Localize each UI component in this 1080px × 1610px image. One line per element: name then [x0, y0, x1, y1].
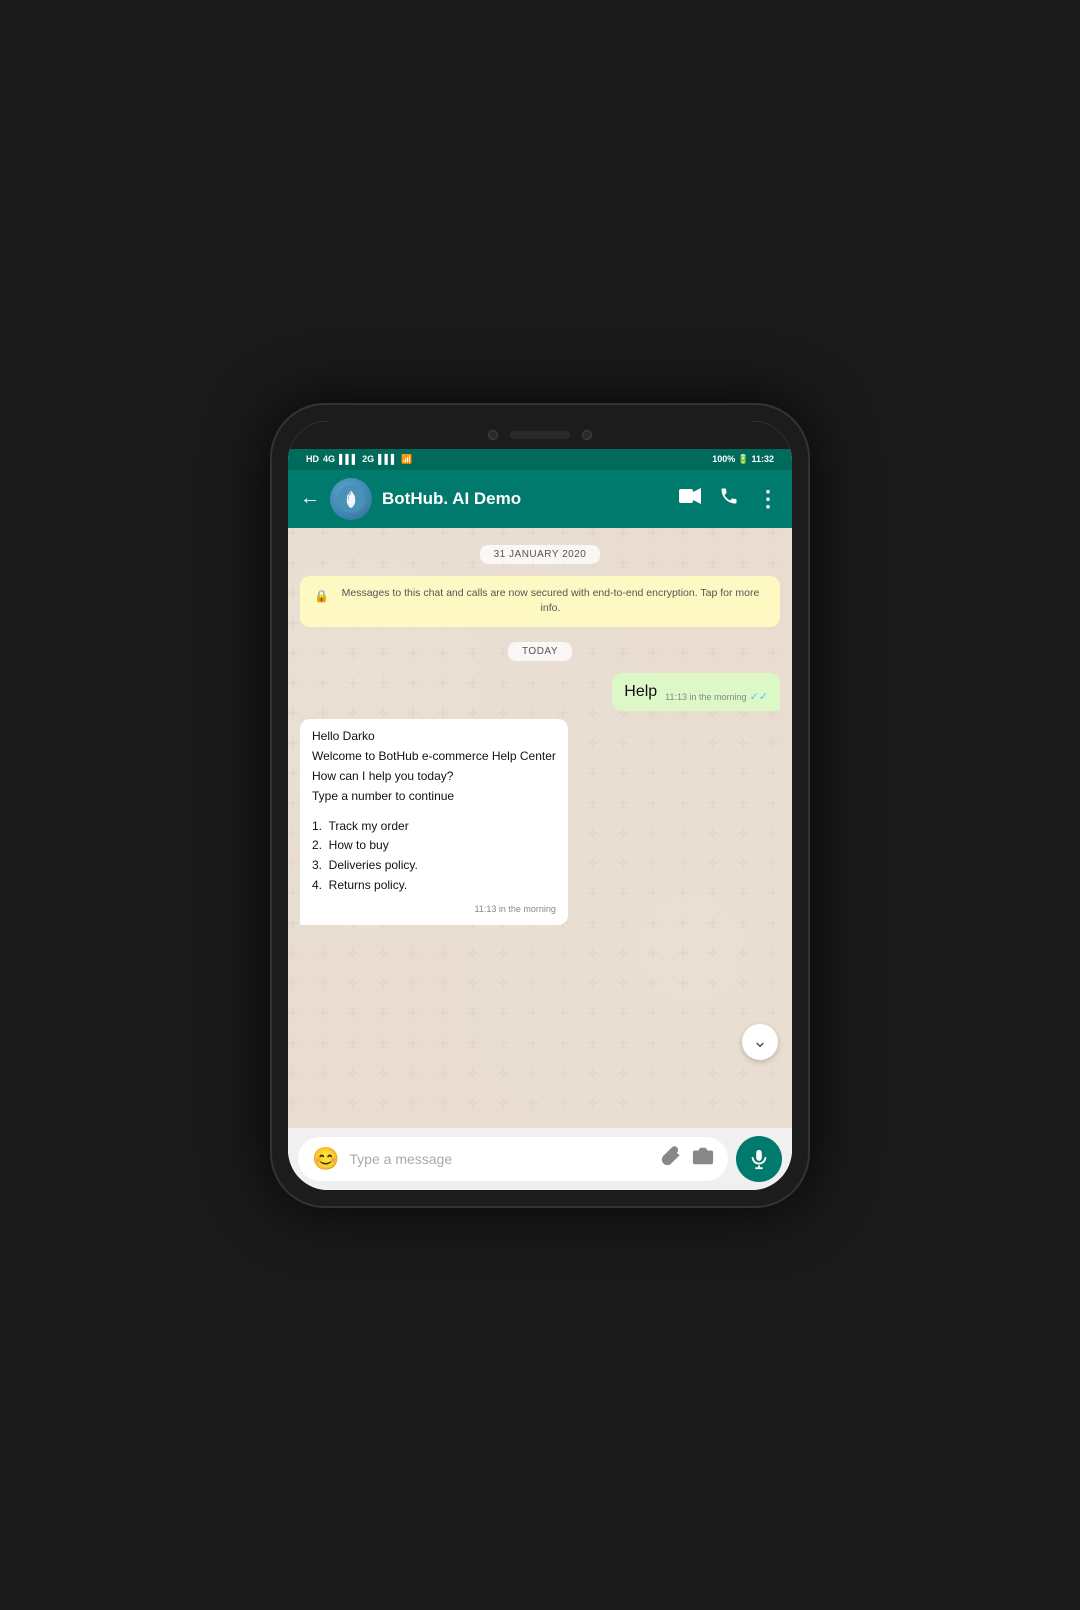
- network-2g: 2G: [362, 454, 374, 464]
- spacer: [312, 807, 556, 817]
- message-input-placeholder[interactable]: Type a message: [349, 1151, 650, 1167]
- network-4g: 4G: [323, 454, 335, 464]
- phone-inner: HD 4G ▌▌▌ 2G ▌▌▌ 📶 100% 🔋 11:32 ←: [288, 421, 792, 1190]
- more-options-icon[interactable]: ⋮: [757, 486, 780, 512]
- bot-option-1: 1. Track my order: [312, 817, 556, 837]
- encryption-text: Messages to this chat and calls are now …: [335, 586, 766, 618]
- incoming-bubble: Hello Darko Welcome to BotHub e-commerce…: [300, 719, 568, 924]
- back-button[interactable]: ←: [300, 487, 320, 510]
- attachment-icon[interactable]: [660, 1145, 682, 1173]
- input-bar: 😊 Type a message: [288, 1128, 792, 1190]
- outgoing-message-meta: 11:13 in the morning ✓✓: [665, 690, 768, 703]
- video-call-icon[interactable]: [679, 487, 701, 510]
- incoming-message-row: Hello Darko Welcome to BotHub e-commerce…: [300, 719, 780, 924]
- signal-bars-2: ▌▌▌: [378, 454, 397, 464]
- date-today: TODAY: [300, 641, 780, 659]
- bot-line-1: Hello Darko: [312, 727, 556, 747]
- voice-call-icon[interactable]: [719, 486, 739, 511]
- bot-line-2: Welcome to BotHub e-commerce Help Center: [312, 747, 556, 767]
- chat-header: ← BotHub. AI Demo: [288, 470, 792, 528]
- bot-line-4: Type a number to continue: [312, 787, 556, 807]
- battery-level: 100%: [712, 454, 735, 464]
- bot-option-2: 2. How to buy: [312, 836, 556, 856]
- outgoing-message-text: Help: [624, 681, 657, 703]
- signal-indicators: HD 4G ▌▌▌ 2G ▌▌▌ 📶: [306, 454, 413, 465]
- earpiece-speaker: [510, 431, 570, 439]
- outgoing-bubble: Help 11:13 in the morning ✓✓: [612, 673, 780, 711]
- emoji-button[interactable]: 😊: [312, 1146, 339, 1172]
- contact-avatar[interactable]: [330, 478, 372, 520]
- incoming-message-body: Hello Darko Welcome to BotHub e-commerce…: [312, 727, 556, 895]
- signal-bars-1: ▌▌▌: [339, 454, 358, 464]
- chat-area: 31 JANUARY 2020 🔒 Messages to this chat …: [288, 528, 792, 1128]
- outgoing-bubble-content: Help 11:13 in the morning ✓✓: [624, 681, 768, 703]
- outgoing-time: 11:13 in the morning: [665, 692, 746, 702]
- lock-icon: 🔒: [314, 587, 329, 605]
- mic-button[interactable]: [736, 1136, 782, 1182]
- read-receipt-icon: ✓✓: [750, 690, 768, 703]
- incoming-time: 11:13 in the morning: [474, 902, 555, 917]
- phone-top: [288, 421, 792, 449]
- chevron-down-icon: ⌄: [752, 1031, 767, 1052]
- hd-icon: HD: [306, 454, 319, 464]
- sensor: [582, 430, 592, 440]
- message-input-wrap[interactable]: 😊 Type a message: [298, 1137, 728, 1181]
- camera-icon[interactable]: [692, 1145, 714, 1173]
- bot-option-3: 3. Deliveries policy.: [312, 856, 556, 876]
- scroll-down-button[interactable]: ⌄: [742, 1024, 778, 1060]
- battery-time: 100% 🔋 11:32: [712, 454, 774, 465]
- front-camera: [488, 430, 498, 440]
- current-time: 11:32: [751, 454, 774, 464]
- encryption-notice[interactable]: 🔒 Messages to this chat and calls are no…: [300, 576, 780, 628]
- bot-option-4: 4. Returns policy.: [312, 876, 556, 896]
- wifi-icon: 📶: [401, 454, 412, 465]
- phone-frame: HD 4G ▌▌▌ 2G ▌▌▌ 📶 100% 🔋 11:32 ←: [270, 403, 810, 1208]
- battery-icon: 🔋: [738, 454, 749, 464]
- contact-name: BotHub. AI Demo: [382, 489, 669, 509]
- date-january: 31 JANUARY 2020: [300, 544, 780, 562]
- outgoing-message-row: Help 11:13 in the morning ✓✓: [300, 673, 780, 711]
- header-action-icons: ⋮: [679, 486, 780, 512]
- bot-line-3: How can I help you today?: [312, 767, 556, 787]
- status-bar: HD 4G ▌▌▌ 2G ▌▌▌ 📶 100% 🔋 11:32: [288, 449, 792, 470]
